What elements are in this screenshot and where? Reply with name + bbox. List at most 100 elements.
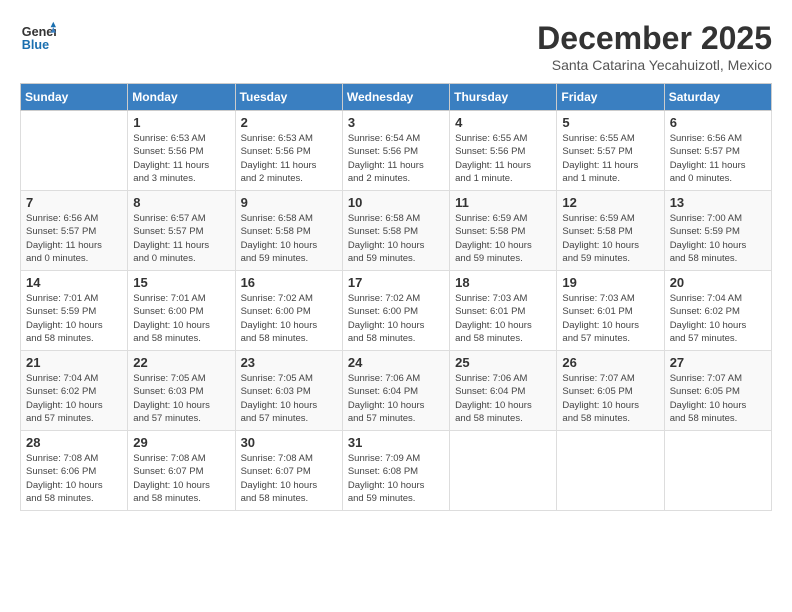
day-number: 2 xyxy=(241,115,337,130)
calendar-cell: 8 Sunrise: 6:57 AM Sunset: 5:57 PM Daylig… xyxy=(128,191,235,271)
calendar-cell: 2 Sunrise: 6:53 AM Sunset: 5:56 PM Daylig… xyxy=(235,111,342,191)
day-info: Sunrise: 6:53 AM Sunset: 5:56 PM Dayligh… xyxy=(241,132,337,185)
day-info: Sunrise: 6:56 AM Sunset: 5:57 PM Dayligh… xyxy=(26,212,122,265)
calendar-cell: 11 Sunrise: 6:59 AM Sunset: 5:58 PM Dayli… xyxy=(450,191,557,271)
day-number: 11 xyxy=(455,195,551,210)
day-info: Sunrise: 6:55 AM Sunset: 5:57 PM Dayligh… xyxy=(562,132,658,185)
weekday-header-monday: Monday xyxy=(128,84,235,111)
day-number: 10 xyxy=(348,195,444,210)
day-info: Sunrise: 6:58 AM Sunset: 5:58 PM Dayligh… xyxy=(348,212,444,265)
day-info: Sunrise: 7:01 AM Sunset: 6:00 PM Dayligh… xyxy=(133,292,229,345)
calendar-cell: 29Sunrise: 7:08 AM Sunset: 6:07 PM Dayli… xyxy=(128,431,235,511)
day-info: Sunrise: 7:02 AM Sunset: 6:00 PM Dayligh… xyxy=(348,292,444,345)
day-number: 14 xyxy=(26,275,122,290)
calendar-cell: 17Sunrise: 7:02 AM Sunset: 6:00 PM Dayli… xyxy=(342,271,449,351)
day-number: 19 xyxy=(562,275,658,290)
day-info: Sunrise: 7:05 AM Sunset: 6:03 PM Dayligh… xyxy=(241,372,337,425)
calendar-cell: 20 Sunrise: 7:04 AM Sunset: 6:02 PM Dayli… xyxy=(664,271,771,351)
day-info: Sunrise: 7:01 AM Sunset: 5:59 PM Dayligh… xyxy=(26,292,122,345)
calendar-cell: 15 Sunrise: 7:01 AM Sunset: 6:00 PM Dayli… xyxy=(128,271,235,351)
week-row-4: 21 Sunrise: 7:04 AM Sunset: 6:02 PM Dayli… xyxy=(21,351,772,431)
day-info: Sunrise: 7:05 AM Sunset: 6:03 PM Dayligh… xyxy=(133,372,229,425)
weekday-header-sunday: Sunday xyxy=(21,84,128,111)
calendar-cell xyxy=(450,431,557,511)
day-info: Sunrise: 6:59 AM Sunset: 5:58 PM Dayligh… xyxy=(455,212,551,265)
calendar-cell xyxy=(21,111,128,191)
title-block: December 2025 Santa Catarina Yecahuizotl… xyxy=(537,20,772,73)
day-number: 22 xyxy=(133,355,229,370)
calendar-cell: 22 Sunrise: 7:05 AM Sunset: 6:03 PM Dayli… xyxy=(128,351,235,431)
day-info: Sunrise: 7:08 AM Sunset: 6:06 PM Dayligh… xyxy=(26,452,122,505)
calendar-cell: 31Sunrise: 7:09 AM Sunset: 6:08 PM Dayli… xyxy=(342,431,449,511)
calendar-cell: 6 Sunrise: 6:56 AM Sunset: 5:57 PM Daylig… xyxy=(664,111,771,191)
day-info: Sunrise: 6:56 AM Sunset: 5:57 PM Dayligh… xyxy=(670,132,766,185)
calendar-cell: 5 Sunrise: 6:55 AM Sunset: 5:57 PM Daylig… xyxy=(557,111,664,191)
calendar-cell: 1 Sunrise: 6:53 AM Sunset: 5:56 PM Daylig… xyxy=(128,111,235,191)
day-info: Sunrise: 6:59 AM Sunset: 5:58 PM Dayligh… xyxy=(562,212,658,265)
calendar-cell: 7 Sunrise: 6:56 AM Sunset: 5:57 PM Daylig… xyxy=(21,191,128,271)
week-row-2: 7 Sunrise: 6:56 AM Sunset: 5:57 PM Daylig… xyxy=(21,191,772,271)
day-info: Sunrise: 7:04 AM Sunset: 6:02 PM Dayligh… xyxy=(26,372,122,425)
day-number: 4 xyxy=(455,115,551,130)
weekday-header-thursday: Thursday xyxy=(450,84,557,111)
day-info: Sunrise: 6:57 AM Sunset: 5:57 PM Dayligh… xyxy=(133,212,229,265)
day-number: 25 xyxy=(455,355,551,370)
day-number: 20 xyxy=(670,275,766,290)
weekday-header-friday: Friday xyxy=(557,84,664,111)
calendar-cell: 26Sunrise: 7:07 AM Sunset: 6:05 PM Dayli… xyxy=(557,351,664,431)
logo: General Blue xyxy=(20,20,56,56)
calendar-cell: 27Sunrise: 7:07 AM Sunset: 6:05 PM Dayli… xyxy=(664,351,771,431)
calendar-cell: 12 Sunrise: 6:59 AM Sunset: 5:58 PM Dayli… xyxy=(557,191,664,271)
day-number: 6 xyxy=(670,115,766,130)
day-number: 9 xyxy=(241,195,337,210)
weekday-header-wednesday: Wednesday xyxy=(342,84,449,111)
day-number: 16 xyxy=(241,275,337,290)
day-info: Sunrise: 6:58 AM Sunset: 5:58 PM Dayligh… xyxy=(241,212,337,265)
day-info: Sunrise: 7:02 AM Sunset: 6:00 PM Dayligh… xyxy=(241,292,337,345)
calendar-cell: 19Sunrise: 7:03 AM Sunset: 6:01 PM Dayli… xyxy=(557,271,664,351)
day-info: Sunrise: 6:53 AM Sunset: 5:56 PM Dayligh… xyxy=(133,132,229,185)
day-number: 13 xyxy=(670,195,766,210)
day-number: 27 xyxy=(670,355,766,370)
location-subtitle: Santa Catarina Yecahuizotl, Mexico xyxy=(537,57,772,73)
day-number: 12 xyxy=(562,195,658,210)
day-number: 7 xyxy=(26,195,122,210)
day-number: 3 xyxy=(348,115,444,130)
weekday-header-row: SundayMondayTuesdayWednesdayThursdayFrid… xyxy=(21,84,772,111)
calendar-cell: 24 Sunrise: 7:06 AM Sunset: 6:04 PM Dayli… xyxy=(342,351,449,431)
calendar-cell xyxy=(664,431,771,511)
calendar-cell xyxy=(557,431,664,511)
weekday-header-tuesday: Tuesday xyxy=(235,84,342,111)
calendar-cell: 21 Sunrise: 7:04 AM Sunset: 6:02 PM Dayli… xyxy=(21,351,128,431)
day-info: Sunrise: 7:08 AM Sunset: 6:07 PM Dayligh… xyxy=(241,452,337,505)
logo-icon: General Blue xyxy=(20,20,56,56)
calendar-cell: 9 Sunrise: 6:58 AM Sunset: 5:58 PM Daylig… xyxy=(235,191,342,271)
calendar-cell: 23 Sunrise: 7:05 AM Sunset: 6:03 PM Dayli… xyxy=(235,351,342,431)
day-info: Sunrise: 7:04 AM Sunset: 6:02 PM Dayligh… xyxy=(670,292,766,345)
day-info: Sunrise: 6:55 AM Sunset: 5:56 PM Dayligh… xyxy=(455,132,551,185)
day-number: 8 xyxy=(133,195,229,210)
calendar-cell: 3Sunrise: 6:54 AM Sunset: 5:56 PM Daylig… xyxy=(342,111,449,191)
day-info: Sunrise: 7:06 AM Sunset: 6:04 PM Dayligh… xyxy=(348,372,444,425)
week-row-1: 1 Sunrise: 6:53 AM Sunset: 5:56 PM Daylig… xyxy=(21,111,772,191)
calendar-cell: 30 Sunrise: 7:08 AM Sunset: 6:07 PM Dayli… xyxy=(235,431,342,511)
calendar-table: SundayMondayTuesdayWednesdayThursdayFrid… xyxy=(20,83,772,511)
page-header: General Blue December 2025 Santa Catarin… xyxy=(20,20,772,73)
day-number: 30 xyxy=(241,435,337,450)
day-number: 29 xyxy=(133,435,229,450)
day-number: 24 xyxy=(348,355,444,370)
day-number: 1 xyxy=(133,115,229,130)
calendar-cell: 16 Sunrise: 7:02 AM Sunset: 6:00 PM Dayli… xyxy=(235,271,342,351)
week-row-3: 14 Sunrise: 7:01 AM Sunset: 5:59 PM Dayli… xyxy=(21,271,772,351)
day-info: Sunrise: 7:00 AM Sunset: 5:59 PM Dayligh… xyxy=(670,212,766,265)
calendar-cell: 25Sunrise: 7:06 AM Sunset: 6:04 PM Dayli… xyxy=(450,351,557,431)
day-info: Sunrise: 7:03 AM Sunset: 6:01 PM Dayligh… xyxy=(455,292,551,345)
calendar-cell: 18Sunrise: 7:03 AM Sunset: 6:01 PM Dayli… xyxy=(450,271,557,351)
day-number: 15 xyxy=(133,275,229,290)
day-number: 28 xyxy=(26,435,122,450)
day-number: 23 xyxy=(241,355,337,370)
calendar-cell: 4 Sunrise: 6:55 AM Sunset: 5:56 PM Daylig… xyxy=(450,111,557,191)
day-number: 5 xyxy=(562,115,658,130)
week-row-5: 28 Sunrise: 7:08 AM Sunset: 6:06 PM Dayli… xyxy=(21,431,772,511)
day-number: 21 xyxy=(26,355,122,370)
